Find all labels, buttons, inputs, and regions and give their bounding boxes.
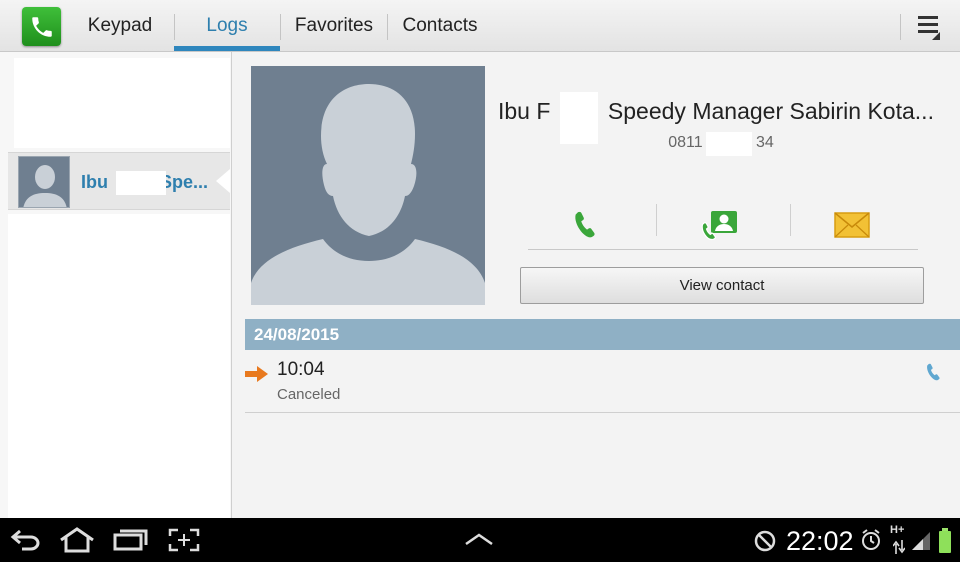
tab-logs[interactable]: Logs xyxy=(174,0,280,52)
avatar xyxy=(18,156,70,208)
screenshot-icon[interactable] xyxy=(168,528,200,557)
alarm-icon xyxy=(860,528,882,557)
selection-pointer xyxy=(216,169,230,193)
list-item[interactable]: Ibu Spe... xyxy=(8,152,230,210)
battery-icon xyxy=(938,528,952,559)
envelope-icon xyxy=(834,212,870,238)
call-status: Canceled xyxy=(277,386,341,403)
blocking-mode-icon xyxy=(754,530,776,557)
data-activity-icon xyxy=(892,540,906,559)
active-tab-indicator xyxy=(174,46,280,51)
contact-photo xyxy=(251,66,485,305)
contact-call-icon xyxy=(701,211,737,241)
call-history-date: 24/08/2015 xyxy=(245,319,960,350)
redaction xyxy=(706,132,752,156)
tab-divider xyxy=(900,14,901,40)
redaction xyxy=(116,171,166,195)
call-button[interactable] xyxy=(566,208,606,242)
tab-contacts[interactable]: Contacts xyxy=(388,0,492,52)
overflow-menu-icon[interactable] xyxy=(910,10,944,42)
list-empty-area xyxy=(8,214,230,518)
action-divider xyxy=(656,204,657,236)
list-item-blank[interactable] xyxy=(14,58,230,148)
video-call-button[interactable] xyxy=(700,208,740,242)
recent-apps-icon[interactable] xyxy=(112,528,148,557)
outgoing-arrow-icon xyxy=(245,365,269,388)
action-divider xyxy=(790,204,791,236)
top-tab-bar: Keypad Logs Favorites Contacts xyxy=(0,0,960,52)
tab-favorites[interactable]: Favorites xyxy=(281,0,387,52)
back-icon[interactable] xyxy=(10,528,42,557)
message-button[interactable] xyxy=(832,208,872,242)
contact-actions xyxy=(528,200,918,250)
call-detail-panel: Ibu F Speedy Manager Sabirin Kota... 081… xyxy=(232,52,960,518)
system-bar: 22:02 H+ xyxy=(0,518,960,562)
view-contact-button[interactable]: View contact xyxy=(520,267,924,304)
tab-keypad[interactable]: Keypad xyxy=(70,0,170,52)
home-icon[interactable] xyxy=(58,526,96,559)
phone-app-icon[interactable] xyxy=(22,7,61,46)
call-back-icon[interactable] xyxy=(925,361,943,390)
call-log-list: Ibu Spe... xyxy=(0,52,232,518)
chevron-up-icon[interactable] xyxy=(464,532,494,551)
status-clock: 22:02 xyxy=(786,526,854,556)
signal-icon xyxy=(910,530,932,557)
network-type-label: H+ xyxy=(890,524,905,536)
phone-icon xyxy=(575,211,595,238)
call-history-entry[interactable]: 10:04 Canceled xyxy=(245,351,960,413)
call-time: 10:04 xyxy=(277,359,325,380)
